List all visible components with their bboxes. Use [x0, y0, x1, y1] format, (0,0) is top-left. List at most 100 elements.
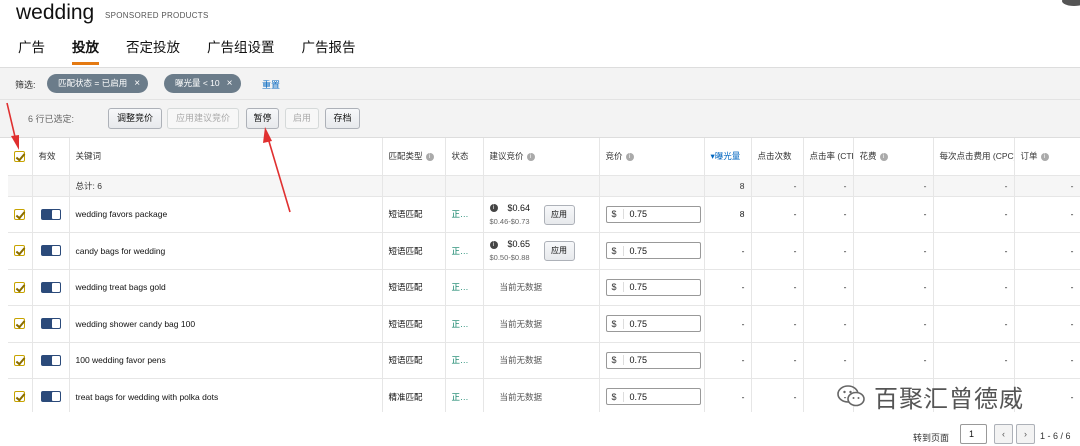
row-select-cell[interactable]	[8, 196, 33, 233]
keyword-cell: wedding shower candy bag 100	[69, 305, 383, 343]
archive-button[interactable]: 存档	[325, 108, 360, 129]
adjust-bid-button[interactable]: 调整竞价	[108, 108, 162, 129]
total-spend: -	[853, 175, 934, 197]
tab-ad-reports[interactable]: 广告报告	[302, 36, 356, 65]
row-checkbox[interactable]	[14, 391, 25, 403]
column-header-bid[interactable]: 竞价 i	[599, 138, 705, 176]
column-header-impressions[interactable]: ▾曝光量	[704, 138, 752, 176]
enabled-cell[interactable]	[32, 305, 70, 343]
bid-input[interactable]: $0.75	[605, 278, 701, 296]
enabled-toggle[interactable]	[40, 318, 61, 330]
row-select-cell[interactable]	[8, 269, 33, 306]
chevron-right-icon[interactable]: ›	[1016, 424, 1035, 444]
enabled-toggle[interactable]	[40, 208, 61, 220]
avatar[interactable]	[1062, 0, 1080, 6]
campaign-title: wedding	[16, 1, 95, 24]
enabled-cell[interactable]	[32, 342, 70, 379]
column-header-spend[interactable]: 花费 i	[853, 138, 934, 176]
enable-button[interactable]: 启用	[285, 108, 319, 129]
enabled-cell[interactable]	[32, 269, 70, 306]
enabled-toggle[interactable]	[40, 391, 61, 403]
suggested-bid: i $0.64 $0.46-$0.73 应用	[489, 197, 593, 232]
suggested-bid-value: $0.65	[507, 239, 531, 249]
cpc-cell: -	[933, 232, 1015, 270]
suggested-bid-cell: 当前无数据	[483, 378, 600, 412]
bid-input[interactable]: $0.75	[605, 388, 701, 406]
bid-cell: $0.75	[599, 269, 705, 306]
info-icon[interactable]: i	[526, 153, 535, 161]
filter-chip-match-status[interactable]: 匹配状态 = 已启用 ×	[47, 74, 149, 93]
row-select-cell[interactable]	[8, 305, 33, 343]
match-type-cell: 短语匹配	[382, 269, 446, 306]
tab-targeting[interactable]: 投放	[72, 36, 99, 65]
row-select-cell[interactable]	[8, 232, 33, 270]
table-row[interactable]: wedding shower candy bag 100 短语匹配 正… 当前无数据 $…	[8, 305, 1080, 343]
info-icon[interactable]: i	[625, 153, 634, 161]
row-checkbox[interactable]	[14, 281, 25, 293]
enabled-cell[interactable]	[32, 196, 70, 233]
ctr-cell: -	[803, 342, 854, 379]
column-header-status[interactable]: 状态	[445, 138, 484, 176]
suggested-bid-range: $0.50-$0.88	[489, 253, 530, 262]
row-select-cell[interactable]	[8, 378, 33, 412]
row-select-cell[interactable]	[8, 342, 33, 379]
enabled-toggle[interactable]	[40, 354, 61, 366]
tab-negative-targeting[interactable]: 否定投放	[126, 36, 180, 65]
info-icon[interactable]: i	[879, 153, 888, 161]
bid-input[interactable]: $0.75	[605, 205, 701, 223]
column-header-suggested-bid[interactable]: 建议竞价 i	[483, 138, 600, 176]
row-checkbox[interactable]	[14, 245, 25, 257]
reset-filters-link[interactable]: 重置	[262, 78, 280, 91]
bid-input[interactable]: $0.75	[605, 351, 701, 369]
info-icon[interactable]: i	[489, 204, 498, 213]
chevron-left-icon[interactable]: ‹	[994, 424, 1013, 444]
row-checkbox[interactable]	[14, 208, 25, 220]
select-all-checkbox[interactable]	[14, 150, 25, 162]
info-icon[interactable]: i	[489, 240, 498, 249]
close-icon[interactable]: ×	[134, 78, 140, 89]
column-label: 竞价	[605, 151, 623, 162]
select-all-cell[interactable]	[8, 138, 33, 176]
keyword-cell: candy bags for wedding	[69, 232, 383, 270]
no-data-text: 当前无数据	[499, 355, 543, 366]
pause-button[interactable]: 暂停	[246, 108, 279, 129]
enabled-toggle[interactable]	[40, 281, 61, 293]
status-cell: 正…	[445, 342, 484, 379]
bid-input[interactable]: $0.75	[605, 315, 701, 333]
table-row[interactable]: candy bags for wedding 短语匹配 正… i $0.65 $0.50-…	[8, 232, 1080, 270]
info-icon[interactable]: i	[425, 153, 434, 161]
row-checkbox[interactable]	[14, 354, 25, 366]
enabled-cell[interactable]	[32, 378, 70, 412]
enabled-cell[interactable]	[32, 232, 70, 270]
suggested-bid-cell: 当前无数据	[483, 305, 600, 343]
column-header-match-type[interactable]: 匹配类型 i	[382, 138, 446, 176]
bid-input[interactable]: $0.75	[605, 242, 701, 260]
apply-suggested-bid-button[interactable]: 应用	[543, 204, 575, 225]
enabled-toggle[interactable]	[40, 245, 61, 257]
apply-suggested-bid-button[interactable]: 应用	[543, 241, 575, 261]
filter-chip-impressions[interactable]: 曝光量 < 10 ×	[164, 74, 241, 93]
column-header-clicks[interactable]: 点击次数	[751, 138, 804, 176]
spend-cell: -	[853, 305, 934, 343]
table-row[interactable]: wedding favors package 短语匹配 正… i $0.64 $0.46-…	[8, 196, 1080, 233]
column-header-enabled[interactable]: 有效	[32, 138, 70, 176]
apply-suggested-bid-button[interactable]: 应用建议竞价	[167, 108, 239, 129]
column-header-ctr[interactable]: 点击率 (CTR)	[803, 138, 854, 176]
page-number-input[interactable]: 1	[960, 424, 987, 444]
close-icon[interactable]: ×	[227, 78, 233, 89]
status-cell: 正…	[445, 305, 484, 343]
info-icon[interactable]: i	[1040, 153, 1049, 161]
row-checkbox[interactable]	[14, 318, 25, 330]
column-header-orders[interactable]: 订单 i	[1014, 138, 1080, 176]
status-cell: 正…	[445, 232, 484, 270]
no-data-text: 当前无数据	[499, 318, 543, 329]
keyword-table-container[interactable]: 有效 关键词 匹配类型 i 状态 建议竞价 i 竞价 i ▾曝光量 点击次数 点击率 …	[8, 138, 1080, 412]
tab-ad-group-settings[interactable]: 广告组设置	[207, 36, 275, 65]
table-row[interactable]: 100 wedding favor pens 短语匹配 正… 当前无数据 $0.75- -…	[8, 342, 1080, 379]
suggested-bid-value: $0.64	[507, 202, 531, 213]
tab-ads[interactable]: 广告	[18, 36, 45, 65]
pagination: 转到页面 1 ‹ › 1 - 6 / 6	[0, 420, 1080, 446]
column-header-cpc[interactable]: 每次点击费用 (CPC)	[933, 138, 1015, 176]
table-row[interactable]: wedding treat bags gold 短语匹配 正… 当前无数据 $0.75-…	[8, 269, 1080, 306]
column-header-keyword[interactable]: 关键词	[69, 138, 383, 176]
